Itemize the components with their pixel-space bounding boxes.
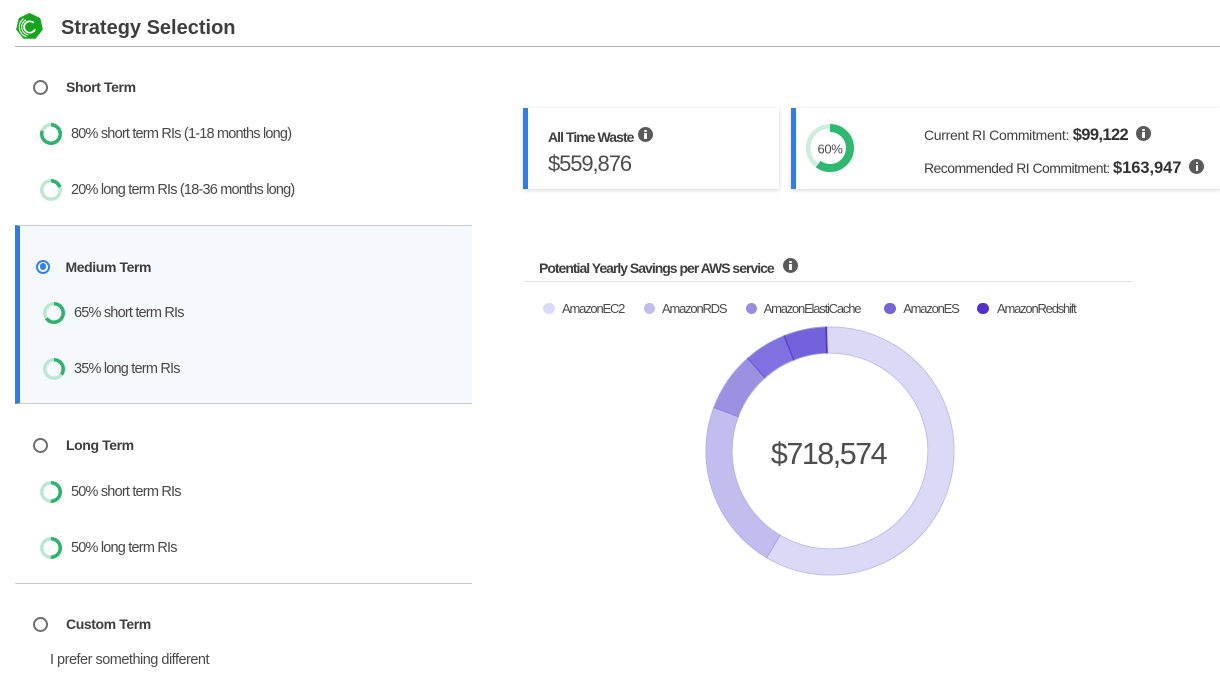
svg-text:$718,574: $718,574: [771, 437, 888, 471]
svg-text:60%: 60%: [817, 142, 843, 157]
